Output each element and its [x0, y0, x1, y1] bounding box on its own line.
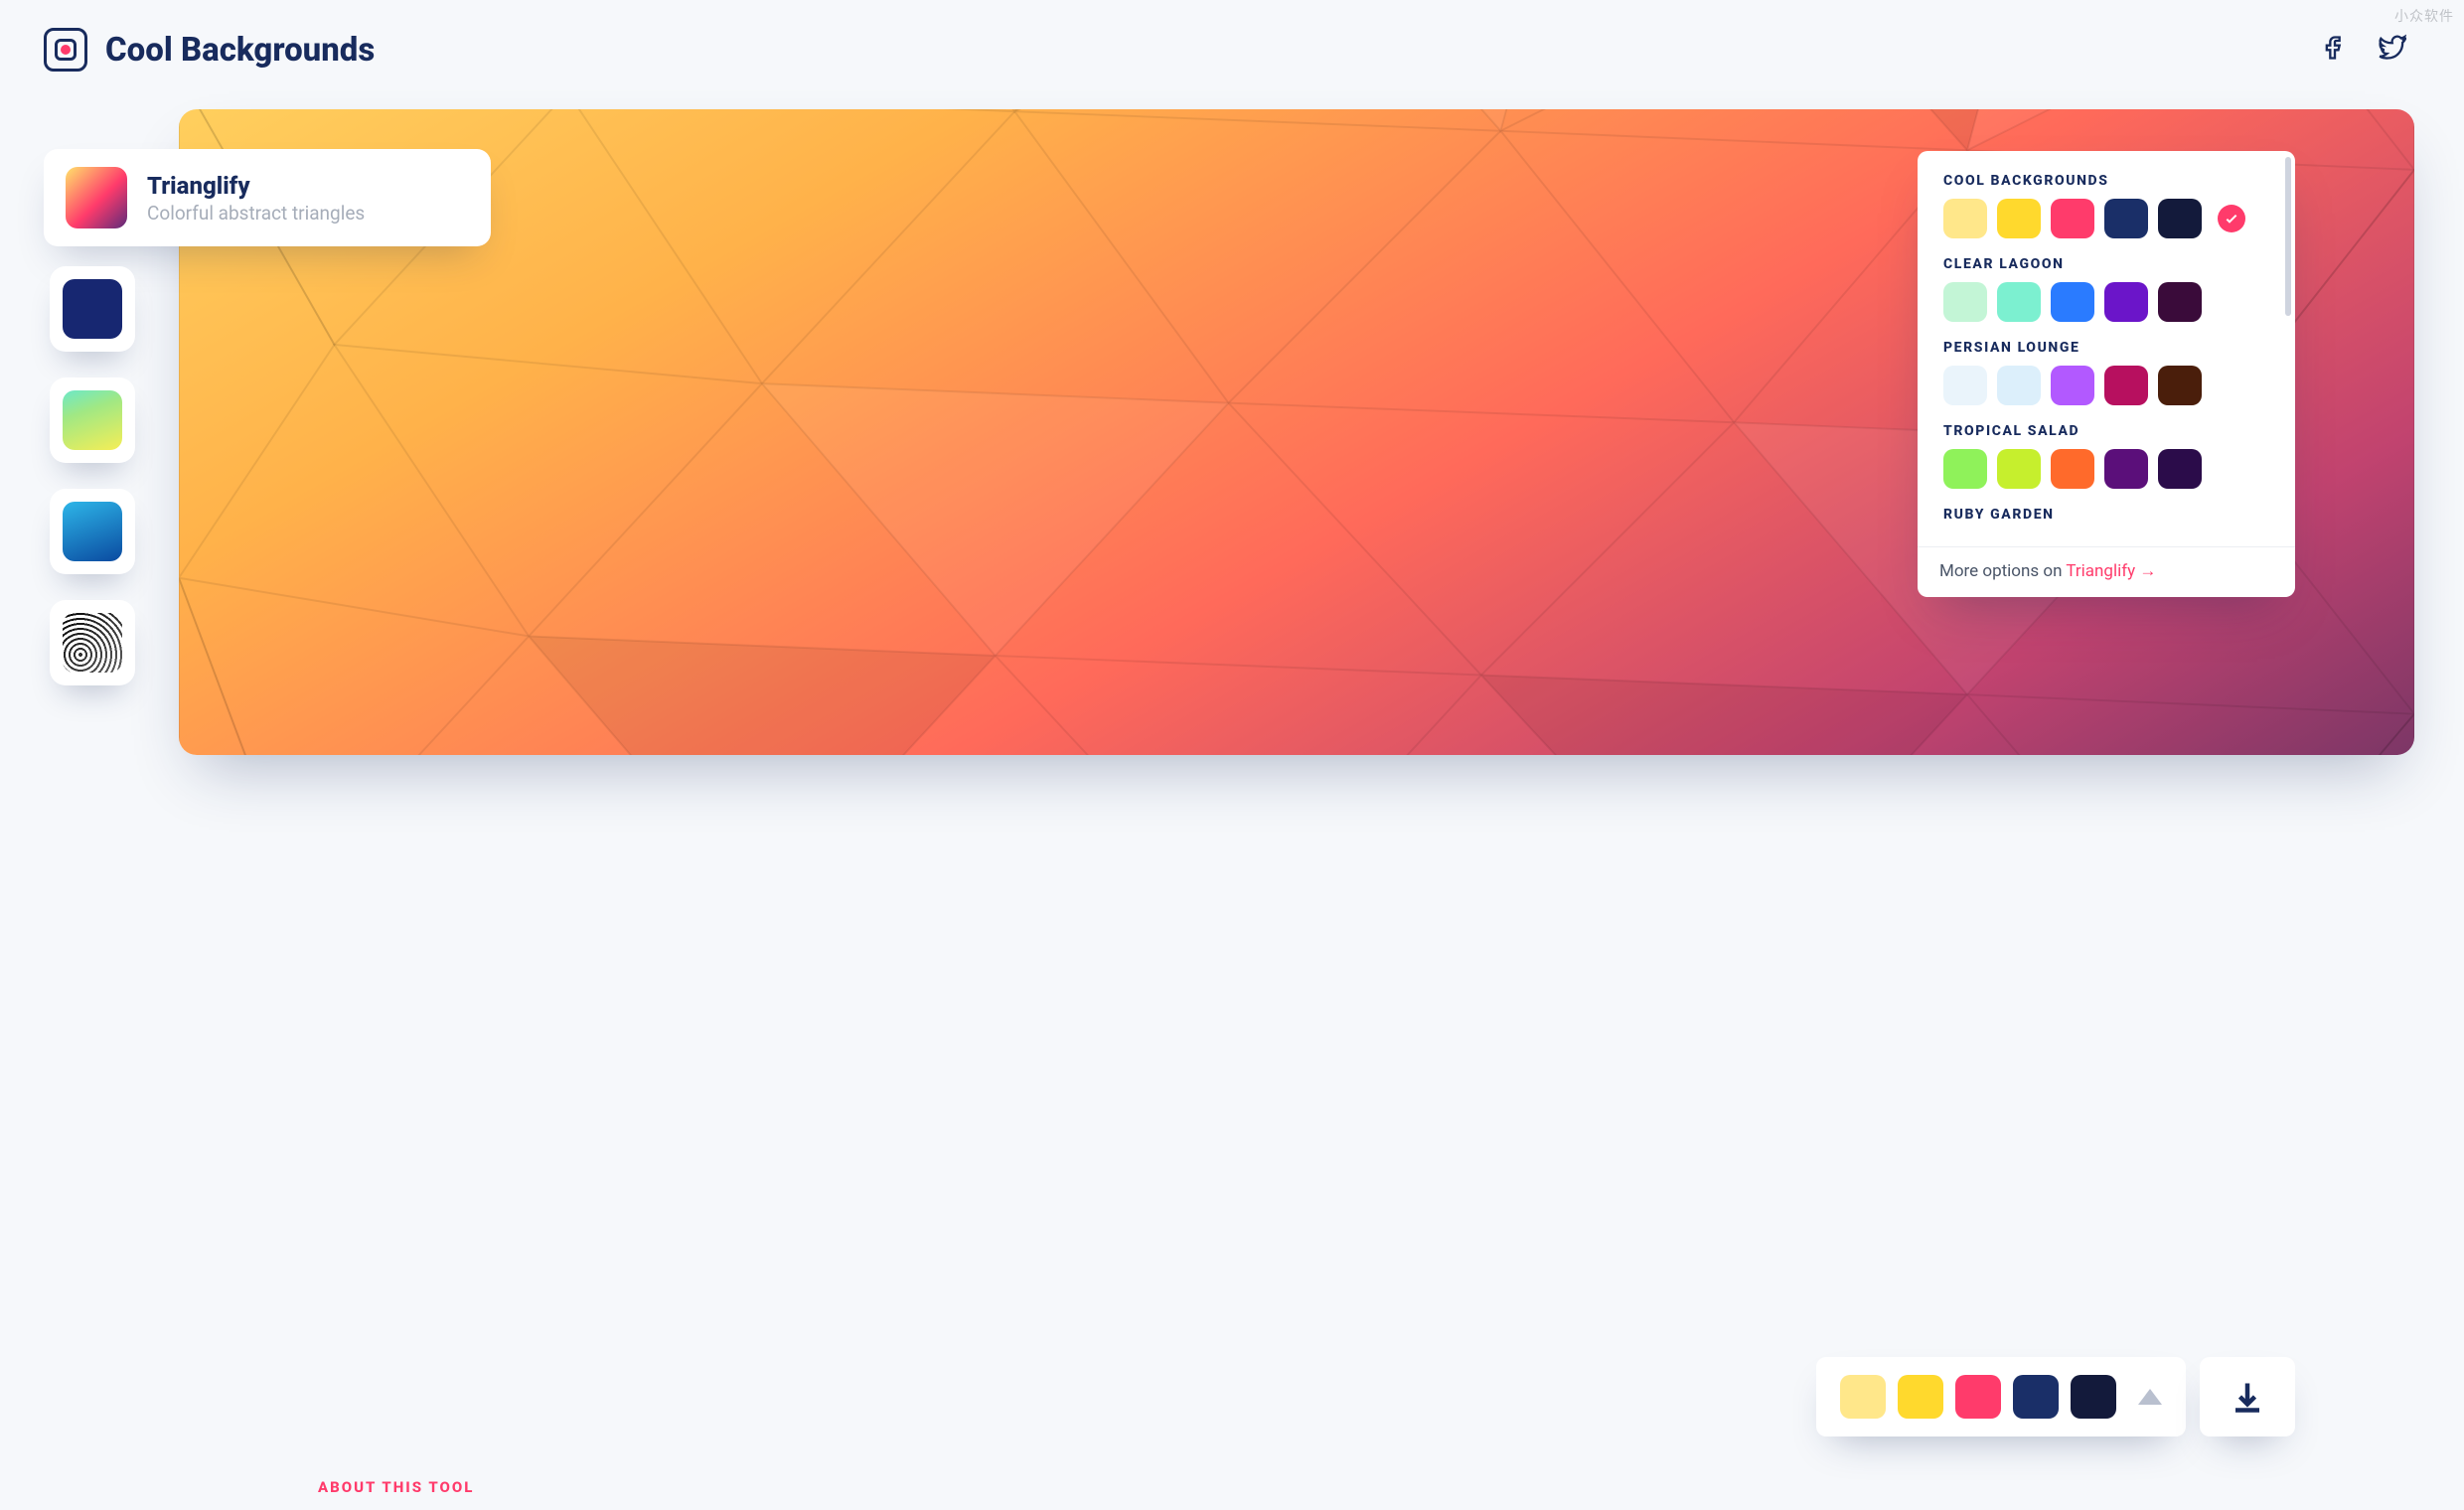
header: Cool Backgrounds	[0, 0, 2464, 81]
palette-title: RUBY GARDEN	[1943, 507, 2269, 523]
color-swatch[interactable]	[2051, 449, 2094, 489]
color-swatch[interactable]	[2051, 366, 2094, 405]
current-color-swatch[interactable]	[1840, 1375, 1886, 1419]
about-this-tool-link[interactable]: ABOUT THIS TOOL	[318, 1478, 474, 1496]
color-swatch[interactable]	[1997, 449, 2041, 489]
download-icon	[2230, 1379, 2265, 1415]
color-swatch[interactable]	[1943, 366, 1987, 405]
color-swatch[interactable]	[2104, 199, 2148, 238]
palette-panel: COOL BACKGROUNDS CLEAR LAGOON PERSIAN LOUN…	[1918, 151, 2295, 597]
palette-ruby-garden[interactable]: RUBY GARDEN	[1943, 507, 2269, 523]
selected-tool-card[interactable]: Trianglify Colorful abstract triangles	[44, 149, 491, 246]
selected-check-icon	[2218, 205, 2245, 232]
social-links	[2321, 34, 2406, 66]
palette-row	[1943, 449, 2269, 489]
palette-title: TROPICAL SALAD	[1943, 423, 2269, 439]
bottom-bar	[1816, 1357, 2295, 1436]
color-swatch[interactable]	[1997, 366, 2041, 405]
tool-switcher	[50, 266, 135, 685]
palette-clear-lagoon[interactable]: CLEAR LAGOON	[1943, 256, 2269, 322]
tool-particles-thumb	[63, 279, 122, 339]
color-swatch[interactable]	[2158, 449, 2202, 489]
palette-tropical-salad[interactable]: TROPICAL SALAD	[1943, 423, 2269, 489]
watermark-text: 小众软件	[2394, 6, 2454, 26]
color-swatch[interactable]	[1997, 282, 2041, 322]
color-swatch[interactable]	[2158, 199, 2202, 238]
tool-image[interactable]	[50, 600, 135, 685]
color-swatch[interactable]	[2158, 282, 2202, 322]
color-swatch[interactable]	[2104, 449, 2148, 489]
tool-image-thumb	[63, 613, 122, 673]
current-color-swatch[interactable]	[1898, 1375, 1943, 1419]
scrollbar-thumb[interactable]	[2285, 157, 2291, 316]
tool-gradient[interactable]	[50, 378, 135, 463]
current-color-swatch[interactable]	[2071, 1375, 2116, 1419]
twitter-icon[interactable]	[2379, 34, 2406, 66]
selected-tool-name: Trianglify	[147, 172, 365, 200]
color-swatch[interactable]	[1997, 199, 2041, 238]
selected-tool-thumb	[66, 167, 127, 228]
palette-scroll-area[interactable]: COOL BACKGROUNDS CLEAR LAGOON PERSIAN LOUN…	[1918, 151, 2295, 546]
current-palette-picker[interactable]	[1816, 1357, 2186, 1436]
color-swatch[interactable]	[2051, 199, 2094, 238]
color-swatch[interactable]	[1943, 449, 1987, 489]
color-swatch[interactable]	[1943, 282, 1987, 322]
palette-cool-backgrounds[interactable]: COOL BACKGROUNDS	[1943, 173, 2269, 238]
logo-icon	[44, 28, 87, 72]
brand[interactable]: Cool Backgrounds	[44, 28, 375, 72]
tool-particles[interactable]	[50, 266, 135, 352]
color-swatch[interactable]	[2158, 366, 2202, 405]
facebook-icon[interactable]	[2321, 34, 2349, 66]
color-swatch[interactable]	[2104, 282, 2148, 322]
palette-title: COOL BACKGROUNDS	[1943, 173, 2269, 189]
selected-tool-subtitle: Colorful abstract triangles	[147, 202, 365, 225]
palette-row	[1943, 282, 2269, 322]
color-swatch[interactable]	[2051, 282, 2094, 322]
palette-panel-footer[interactable]: More options on Trianglify →	[1918, 546, 2295, 597]
download-button[interactable]	[2200, 1357, 2295, 1436]
brand-title: Cool Backgrounds	[105, 31, 375, 70]
trianglify-link[interactable]: Trianglify →	[2066, 561, 2156, 581]
color-swatch[interactable]	[2104, 366, 2148, 405]
palette-row	[1943, 199, 2269, 238]
current-color-swatch[interactable]	[1955, 1375, 2001, 1419]
tool-topography[interactable]	[50, 489, 135, 574]
tool-gradient-thumb	[63, 390, 122, 450]
color-swatch[interactable]	[1943, 199, 1987, 238]
palette-persian-lounge[interactable]: PERSIAN LOUNGE	[1943, 340, 2269, 405]
palette-title: CLEAR LAGOON	[1943, 256, 2269, 272]
panel-footer-prefix: More options on	[1939, 561, 2066, 581]
tool-topography-thumb	[63, 502, 122, 561]
collapse-arrow-icon[interactable]	[2138, 1389, 2162, 1405]
palette-title: PERSIAN LOUNGE	[1943, 340, 2269, 356]
palette-row	[1943, 366, 2269, 405]
current-color-swatch[interactable]	[2013, 1375, 2059, 1419]
